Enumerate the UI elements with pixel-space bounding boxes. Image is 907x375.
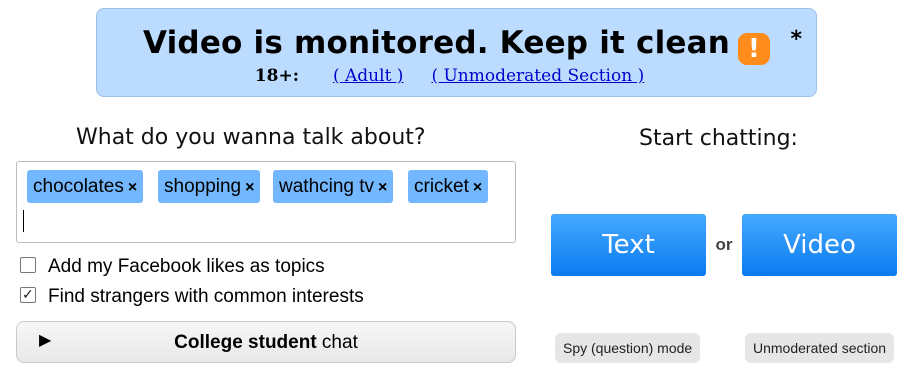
- topic-tag-label: cricket: [414, 176, 469, 197]
- text-chat-button[interactable]: Text: [551, 214, 706, 276]
- remove-tag-icon[interactable]: ×: [245, 179, 254, 196]
- college-student-chat-button[interactable]: ▶ College student chat: [16, 321, 516, 363]
- banner-links: 18+: ( Adult ) ( Unmoderated Section ): [97, 65, 816, 87]
- common-interests-option[interactable]: ✓ Find strangers with common interests: [20, 286, 364, 308]
- topic-tag: chocolates ×: [27, 170, 144, 203]
- banner-title: Video is monitored. Keep it clean!: [97, 23, 816, 65]
- checkmark-icon: ✓: [22, 286, 34, 302]
- or-label: or: [715, 235, 733, 254]
- remove-tag-icon[interactable]: ×: [128, 179, 137, 196]
- unmoderated-section-link[interactable]: ( Unmoderated Section ): [431, 66, 644, 86]
- unmoderated-section-button[interactable]: Unmoderated section: [745, 333, 895, 363]
- chat-heading: Start chatting:: [639, 126, 798, 151]
- video-chat-button[interactable]: Video: [742, 214, 897, 276]
- spy-mode-button[interactable]: Spy (question) mode: [555, 333, 701, 363]
- star-marker: *: [790, 27, 802, 52]
- warning-icon: !: [738, 33, 771, 65]
- common-interests-label: Find strangers with common interests: [48, 286, 364, 307]
- topic-tag-label: chocolates: [33, 176, 124, 197]
- adult-link[interactable]: ( Adult ): [333, 66, 403, 86]
- banner-title-text: Video is monitored. Keep it clean: [142, 25, 731, 61]
- play-icon: ▶: [39, 332, 52, 349]
- topic-tag: wathcing tv ×: [273, 170, 394, 203]
- remove-tag-icon[interactable]: ×: [378, 179, 387, 196]
- remove-tag-icon[interactable]: ×: [473, 179, 482, 196]
- topic-tag-label: shopping: [164, 176, 242, 197]
- topics-heading: What do you wanna talk about?: [76, 125, 426, 150]
- monitor-banner: Video is monitored. Keep it clean! * 18+…: [96, 8, 817, 97]
- topic-tag-label: wathcing tv: [279, 176, 375, 197]
- college-label-bold: College student: [174, 332, 317, 353]
- facebook-likes-checkbox[interactable]: [20, 257, 36, 273]
- text-caret: [23, 210, 24, 232]
- topic-tag: cricket ×: [408, 170, 489, 203]
- topic-tag: shopping ×: [158, 170, 261, 203]
- facebook-likes-option[interactable]: Add my Facebook likes as topics: [20, 256, 325, 278]
- facebook-likes-label: Add my Facebook likes as topics: [48, 256, 325, 277]
- college-label-text: chat: [316, 332, 358, 353]
- common-interests-checkbox[interactable]: ✓: [20, 286, 36, 303]
- topics-input[interactable]: chocolates × shopping × wathcing tv × crick…: [16, 161, 516, 243]
- age-label: 18+:: [254, 66, 299, 86]
